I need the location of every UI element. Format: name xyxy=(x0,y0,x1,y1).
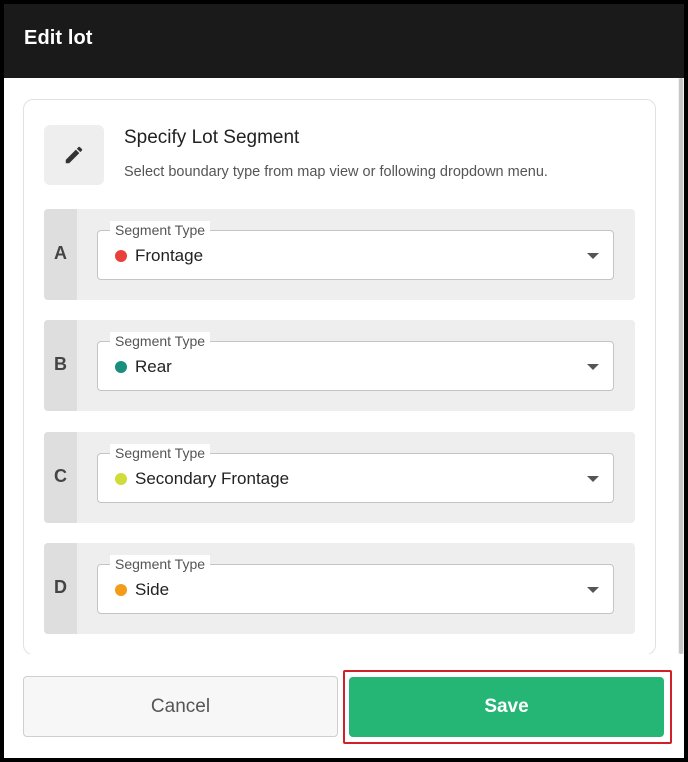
segment-row-b: B Segment Type Rear xyxy=(44,320,635,411)
segment-letter: D xyxy=(54,577,67,597)
segment-letter: B xyxy=(54,354,67,374)
segment-type-value: Side xyxy=(135,580,170,599)
dialog-header: Edit lot xyxy=(4,4,684,78)
scrollbar-thumb[interactable] xyxy=(679,78,683,654)
segment-type-label: Segment Type xyxy=(110,555,211,573)
card-subtitle: Select boundary type from map view or fo… xyxy=(124,164,548,180)
segment-color-dot xyxy=(115,361,127,373)
dialog-content[interactable]: Specify Lot Segment Select boundary type… xyxy=(4,78,684,654)
chevron-down-icon[interactable] xyxy=(587,364,599,370)
segment-row-a: A Segment Type Frontage xyxy=(44,209,635,300)
segment-type-value: Secondary Frontage xyxy=(135,469,290,488)
dialog-footer: Cancel Save xyxy=(4,654,684,758)
segment-type-select[interactable]: Segment Type Rear xyxy=(97,332,614,391)
segment-type-value: Rear xyxy=(135,357,172,376)
segment-color-dot xyxy=(115,473,127,485)
segment-type-label: Segment Type xyxy=(110,444,211,462)
edit-lot-dialog: Edit lot Specify Lot Segment Select boun… xyxy=(0,0,688,762)
chevron-down-icon[interactable] xyxy=(587,253,599,259)
segment-color-dot xyxy=(115,584,127,596)
lot-segment-card: Specify Lot Segment Select boundary type… xyxy=(23,99,656,654)
card-title: Specify Lot Segment xyxy=(124,127,300,148)
segment-type-select[interactable]: Segment Type Side xyxy=(97,555,614,614)
pencil-icon xyxy=(44,125,104,185)
segment-type-select[interactable]: Segment Type Frontage xyxy=(97,221,614,280)
segment-type-value: Frontage xyxy=(135,246,204,265)
segment-type-select[interactable]: Segment Type Secondary Frontage xyxy=(97,444,614,503)
chevron-down-icon[interactable] xyxy=(587,476,599,482)
segment-letter: C xyxy=(54,466,67,486)
content-scrollbar[interactable] xyxy=(678,78,684,654)
segment-color-dot xyxy=(115,250,127,262)
cancel-button[interactable]: Cancel xyxy=(23,676,338,737)
dialog-title: Edit lot xyxy=(24,27,93,49)
chevron-down-icon[interactable] xyxy=(587,587,599,593)
segment-row-c: C Segment Type Secondary Frontage xyxy=(44,432,635,523)
segment-type-label: Segment Type xyxy=(110,221,211,239)
segment-row-d: D Segment Type Side xyxy=(44,543,635,634)
save-button[interactable]: Save xyxy=(349,677,664,737)
segment-type-label: Segment Type xyxy=(110,332,211,350)
segment-letter: A xyxy=(54,243,67,263)
